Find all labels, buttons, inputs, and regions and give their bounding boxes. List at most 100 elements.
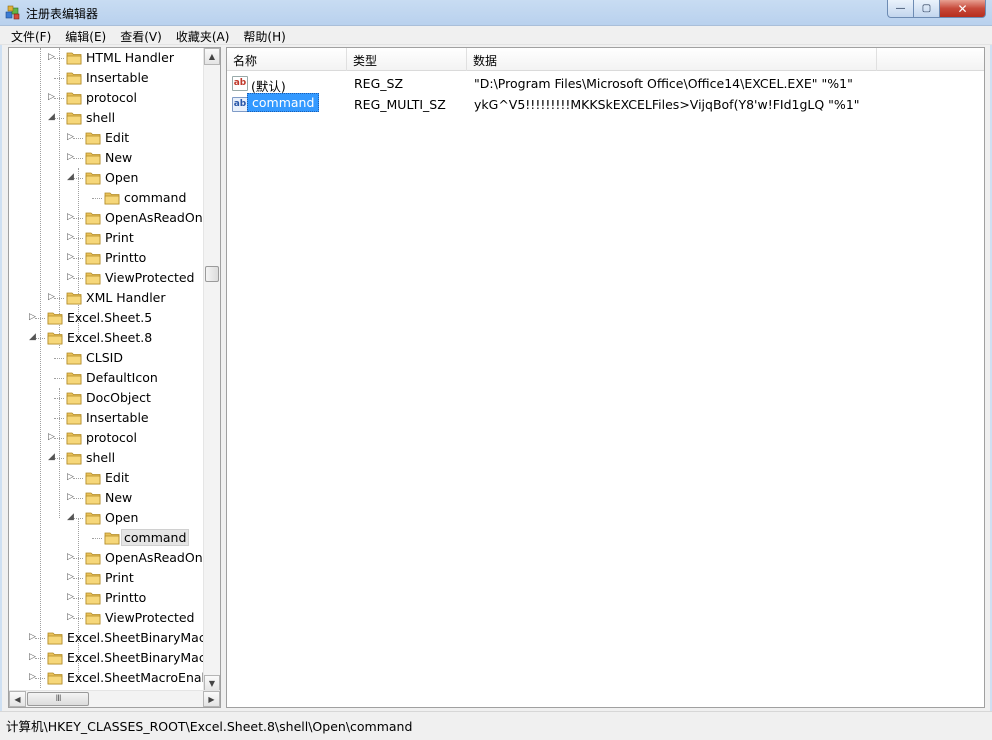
- tree-node-label[interactable]: CLSID: [83, 349, 126, 366]
- scroll-right-arrow-icon[interactable]: ▶: [203, 691, 220, 707]
- tree-node[interactable]: command: [9, 528, 205, 548]
- tree-node[interactable]: ▷ Excel.SheetBinaryMacroEnabled.12: [9, 648, 205, 668]
- tree-node[interactable]: Insertable: [9, 68, 205, 88]
- tree-node[interactable]: ▷ Excel.Sheet.5: [9, 308, 205, 328]
- expand-arrow-icon[interactable]: ▷: [67, 252, 76, 263]
- expand-arrow-icon[interactable]: ▷: [29, 652, 38, 663]
- registry-tree[interactable]: ▷ HTML Handler Insertable ▷ protocol ◢ shell ▷ E…: [8, 47, 221, 708]
- expand-arrow-icon[interactable]: ▷: [67, 612, 76, 623]
- tree-node[interactable]: DefaultIcon: [9, 368, 205, 388]
- horizontal-scroll-thumb[interactable]: III: [27, 692, 89, 706]
- tree-node-label[interactable]: New: [102, 489, 135, 506]
- tree-node-label[interactable]: Printto: [102, 589, 149, 606]
- tree-node-label[interactable]: Excel.SheetBinaryMacroEnabled: [64, 629, 205, 646]
- tree-node-label[interactable]: Excel.SheetBinaryMacroEnabled.12: [64, 649, 205, 666]
- collapse-arrow-icon[interactable]: ◢: [67, 512, 76, 523]
- close-button[interactable]: ✕: [940, 0, 986, 18]
- menu-edit[interactable]: 编辑(E): [58, 26, 113, 45]
- tree-node[interactable]: ▷ Printto: [9, 248, 205, 268]
- tree-node-label[interactable]: protocol: [83, 429, 140, 446]
- tree-node[interactable]: ▷ Printto: [9, 588, 205, 608]
- tree-node[interactable]: ◢ Open: [9, 508, 205, 528]
- column-name[interactable]: 名称: [227, 48, 347, 71]
- collapse-arrow-icon[interactable]: ◢: [48, 452, 57, 463]
- tree-node-label[interactable]: command: [121, 529, 190, 546]
- tree-node-label[interactable]: Open: [102, 169, 141, 186]
- expand-arrow-icon[interactable]: ▷: [67, 592, 76, 603]
- values-list[interactable]: 名称 类型 数据 ab (默认) REG_SZ "D:\Program File…: [226, 47, 985, 708]
- expand-arrow-icon[interactable]: ▷: [48, 92, 57, 103]
- expand-arrow-icon[interactable]: ▷: [67, 572, 76, 583]
- tree-node-label[interactable]: ViewProtected: [102, 609, 197, 626]
- vertical-scroll-thumb[interactable]: [205, 266, 219, 282]
- expand-arrow-icon[interactable]: ▷: [48, 292, 57, 303]
- tree-node-label[interactable]: Print: [102, 569, 137, 586]
- expand-arrow-icon[interactable]: ▷: [48, 432, 57, 443]
- tree-node-label[interactable]: command: [121, 189, 189, 206]
- tree-node-label[interactable]: OpenAsReadOnly: [102, 549, 205, 566]
- tree-node-label[interactable]: Insertable: [83, 409, 152, 426]
- tree-node-label[interactable]: New: [102, 149, 135, 166]
- tree-node-label[interactable]: Print: [102, 229, 137, 246]
- tree-node-label[interactable]: DocObject: [83, 389, 154, 406]
- tree-node-label[interactable]: shell: [83, 449, 118, 466]
- tree-node[interactable]: ◢ shell: [9, 108, 205, 128]
- collapse-arrow-icon[interactable]: ◢: [67, 172, 76, 183]
- collapse-arrow-icon[interactable]: ◢: [29, 332, 38, 343]
- tree-node-label[interactable]: Edit: [102, 469, 132, 486]
- tree-node[interactable]: ▷ OpenAsReadOnly: [9, 208, 205, 228]
- expand-arrow-icon[interactable]: ▷: [29, 632, 38, 643]
- tree-node-label[interactable]: Printto: [102, 249, 149, 266]
- tree-node[interactable]: ▷ Excel.SheetBinaryMacroEnabled: [9, 628, 205, 648]
- tree-node[interactable]: ▷ New: [9, 488, 205, 508]
- value-row-default[interactable]: ab (默认) REG_SZ "D:\Program Files\Microso…: [227, 73, 984, 94]
- menu-view[interactable]: 查看(V): [113, 26, 169, 45]
- tree-node[interactable]: ▷ Excel.SheetMacroEnabled.12: [9, 668, 205, 688]
- column-data[interactable]: 数据: [467, 48, 877, 71]
- tree-node[interactable]: ▷ ViewProtected: [9, 268, 205, 288]
- tree-node[interactable]: ▷ Edit: [9, 128, 205, 148]
- scroll-left-arrow-icon[interactable]: ◀: [9, 691, 26, 707]
- expand-arrow-icon[interactable]: ▷: [67, 132, 76, 143]
- expand-arrow-icon[interactable]: ▷: [67, 152, 76, 163]
- tree-node-label[interactable]: OpenAsReadOnly: [102, 209, 205, 226]
- maximize-button[interactable]: ▢: [914, 0, 940, 18]
- column-type[interactable]: 类型: [347, 48, 467, 71]
- expand-arrow-icon[interactable]: ▷: [67, 472, 76, 483]
- tree-node-label[interactable]: shell: [83, 109, 118, 126]
- tree-node[interactable]: ▷ OpenAsReadOnly: [9, 548, 205, 568]
- tree-node[interactable]: ▷ Edit: [9, 468, 205, 488]
- expand-arrow-icon[interactable]: ▷: [67, 212, 76, 223]
- tree-node-label[interactable]: Open: [102, 509, 141, 526]
- menu-favorites[interactable]: 收藏夹(A): [169, 26, 237, 45]
- tree-node-label[interactable]: HTML Handler: [83, 49, 177, 66]
- tree-vertical-scrollbar[interactable]: ▲ ▼: [203, 48, 220, 692]
- tree-node-label[interactable]: XML Handler: [83, 289, 169, 306]
- tree-node[interactable]: ▷ New: [9, 148, 205, 168]
- tree-node[interactable]: ▷ protocol: [9, 88, 205, 108]
- scroll-up-arrow-icon[interactable]: ▲: [204, 48, 220, 65]
- expand-arrow-icon[interactable]: ▷: [67, 552, 76, 563]
- expand-arrow-icon[interactable]: ▷: [67, 232, 76, 243]
- value-row-command[interactable]: ab command REG_MULTI_SZ ykG^V5!!!!!!!!!M…: [227, 93, 984, 115]
- tree-node-label[interactable]: protocol: [83, 89, 140, 106]
- collapse-arrow-icon[interactable]: ◢: [48, 112, 57, 123]
- tree-node-label[interactable]: Excel.SheetMacroEnabled.12: [64, 669, 205, 686]
- tree-node[interactable]: ▷ HTML Handler: [9, 48, 205, 68]
- tree-node-label[interactable]: ViewProtected: [102, 269, 197, 286]
- expand-arrow-icon[interactable]: ▷: [29, 312, 38, 323]
- menu-help[interactable]: 帮助(H): [236, 26, 292, 45]
- tree-node[interactable]: ◢ shell: [9, 448, 205, 468]
- tree-node[interactable]: ▷ ViewProtected: [9, 608, 205, 628]
- tree-node[interactable]: command: [9, 188, 205, 208]
- tree-node[interactable]: ▷ Print: [9, 228, 205, 248]
- expand-arrow-icon[interactable]: ▷: [67, 492, 76, 503]
- minimize-button[interactable]: —: [887, 0, 914, 18]
- tree-node-label[interactable]: Insertable: [83, 69, 152, 86]
- tree-node[interactable]: CLSID: [9, 348, 205, 368]
- tree-node[interactable]: Insertable: [9, 408, 205, 428]
- tree-node-label[interactable]: Excel.Sheet.5: [64, 309, 155, 326]
- tree-node[interactable]: ◢ Excel.Sheet.8: [9, 328, 205, 348]
- tree-node[interactable]: ▷ Print: [9, 568, 205, 588]
- tree-node-label[interactable]: Edit: [102, 129, 132, 146]
